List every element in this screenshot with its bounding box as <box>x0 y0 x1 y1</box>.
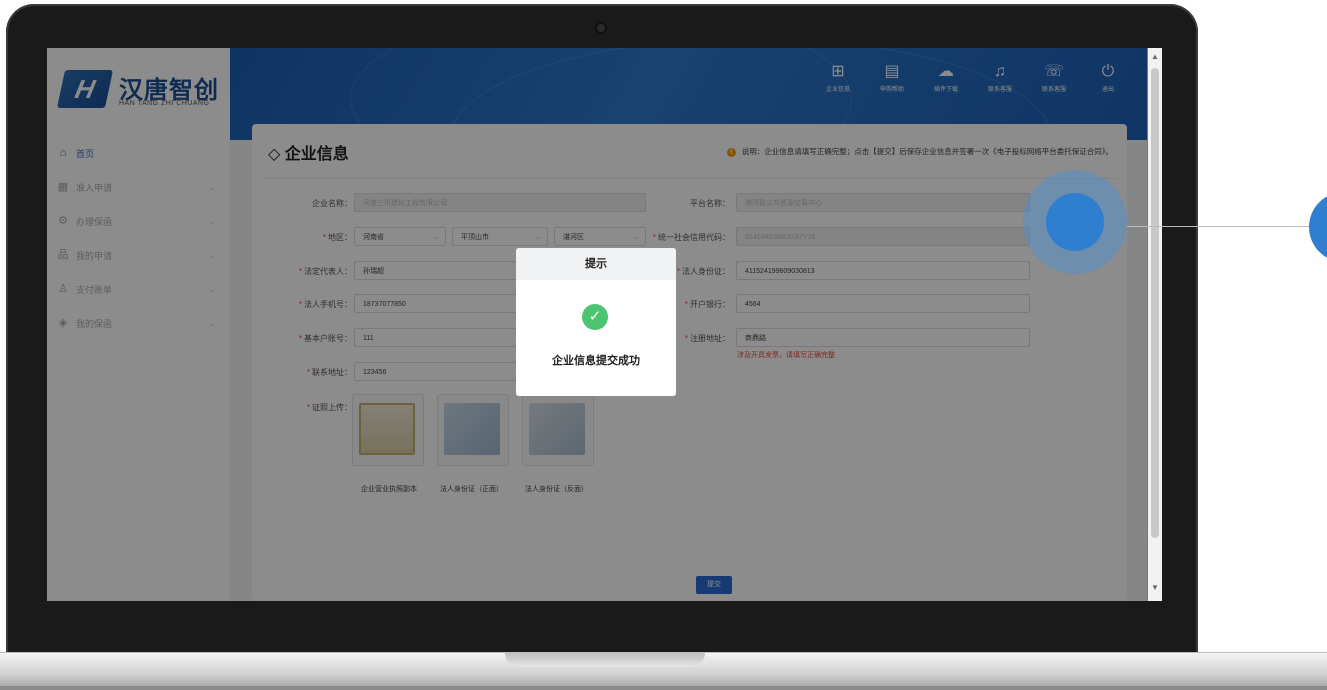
laptop-base-shadow <box>0 686 1327 690</box>
scroll-up-icon[interactable]: ▲ <box>1150 52 1160 62</box>
dialog-title: 提示 <box>516 248 676 280</box>
scroll-thumb[interactable] <box>1151 68 1159 538</box>
hotspot-dot[interactable] <box>1046 193 1104 251</box>
callout-marker <box>1309 192 1327 262</box>
laptop-base <box>0 652 1327 690</box>
dialog-message: 企业信息提交成功 <box>552 355 640 367</box>
camera-icon <box>597 24 605 32</box>
laptop-screen: H 汉唐智创 HAN TANG ZHI CHUANG ⌂ 首页 ▦ 准入申请 ⌄… <box>47 48 1162 601</box>
scrollbar[interactable]: ▲ ▼ <box>1147 48 1162 601</box>
success-dialog: 提示 ✓ 企业信息提交成功 <box>516 248 676 396</box>
callout-line <box>1127 226 1313 227</box>
laptop-notch <box>505 653 705 667</box>
scroll-down-icon[interactable]: ▼ <box>1150 583 1160 593</box>
check-circle-icon: ✓ <box>582 304 608 330</box>
